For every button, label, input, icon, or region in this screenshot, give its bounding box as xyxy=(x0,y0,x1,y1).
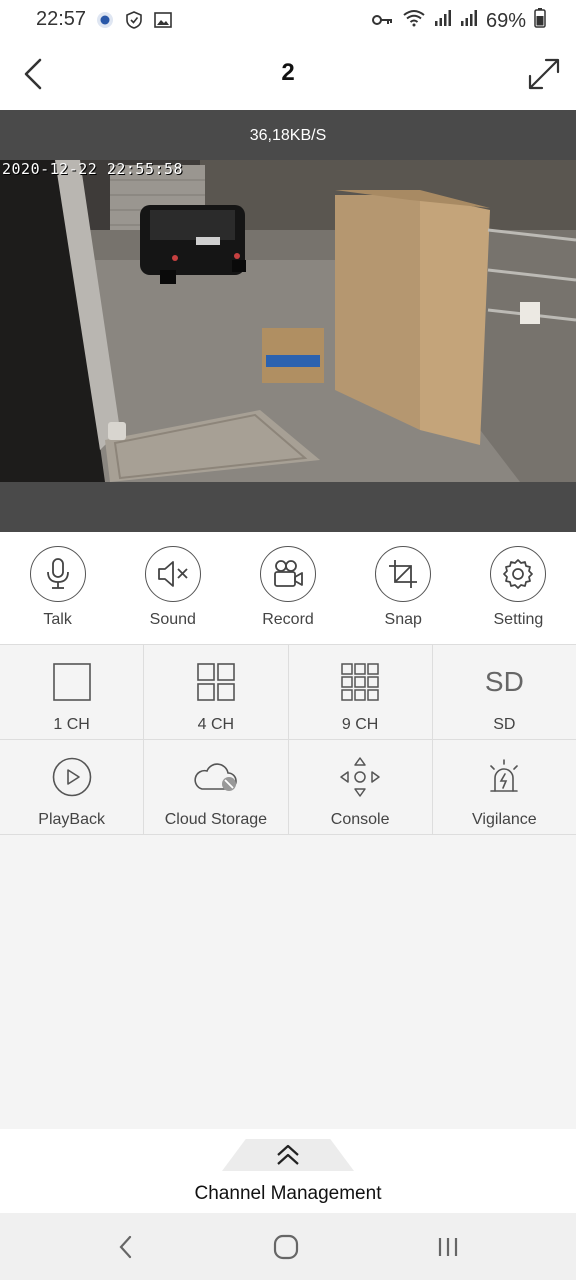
double-chevron-up-icon xyxy=(277,1144,299,1165)
nav-back-button[interactable] xyxy=(108,1231,144,1263)
microphone-icon xyxy=(46,558,69,589)
feature-grid: 1 CH 4 CH 9 CH SD SD PlayBack Cloud Stor… xyxy=(0,645,576,835)
playback-button[interactable]: PlayBack xyxy=(0,740,145,834)
app-header: 2 xyxy=(0,40,576,110)
speaker-muted-icon xyxy=(157,561,188,587)
channel-management-label: Channel Management xyxy=(194,1183,382,1204)
wifi-icon xyxy=(402,9,426,33)
vigilance-label: Vigilance xyxy=(472,811,537,828)
direction-pad-icon xyxy=(340,757,380,797)
control-toolbar: Talk Sound Record Snap Setting xyxy=(0,532,576,645)
expand-icon xyxy=(528,58,560,90)
signal-icon xyxy=(460,9,478,33)
stream-speed: 36,18KB/S xyxy=(249,127,327,144)
one-channel-label: 1 CH xyxy=(53,716,90,733)
nav-recents-button[interactable] xyxy=(430,1231,466,1263)
app-notification-icon xyxy=(96,11,114,34)
console-button[interactable]: Console xyxy=(289,740,433,834)
sd-button[interactable]: SD SD xyxy=(433,645,576,739)
four-channel-label: 4 CH xyxy=(197,716,235,733)
channel-management-handle[interactable] xyxy=(222,1139,354,1171)
cloud-storage-label: Cloud Storage xyxy=(164,811,268,828)
talk-label: Talk xyxy=(43,611,72,628)
crop-icon xyxy=(389,560,418,588)
status-bar: 22:57 69% xyxy=(0,0,576,40)
gear-icon xyxy=(503,559,534,589)
record-label: Record xyxy=(262,611,314,628)
grid-row-functions: PlayBack Cloud Storage Console Vigilance xyxy=(0,740,576,835)
channel-management-panel[interactable]: Channel Management xyxy=(0,1129,576,1213)
setting-button[interactable]: Setting xyxy=(461,532,576,644)
playback-label: PlayBack xyxy=(38,811,105,828)
nine-channel-button[interactable]: 9 CH xyxy=(289,645,433,739)
sound-label: Sound xyxy=(149,611,196,628)
status-time: 22:57 xyxy=(36,8,87,30)
page-title: 2 xyxy=(281,59,295,86)
sound-button[interactable]: Sound xyxy=(115,532,230,644)
play-icon xyxy=(52,757,91,797)
video-panel: 36,18KB/S 2020-12-22 22:55:58 xyxy=(0,110,576,532)
single-view-icon xyxy=(52,663,91,701)
grid-row-channels: 1 CH 4 CH 9 CH SD SD xyxy=(0,645,576,740)
alarm-light-icon xyxy=(490,759,519,792)
vigilance-button[interactable]: Vigilance xyxy=(433,740,576,834)
sd-card-icon: SD xyxy=(484,666,524,697)
live-video-feed[interactable]: 2020-12-22 22:55:58 xyxy=(0,160,576,482)
system-nav-bar xyxy=(0,1213,576,1280)
video-camera-icon xyxy=(274,560,303,587)
nav-recents-icon xyxy=(438,1238,458,1256)
nav-back-icon xyxy=(119,1235,132,1259)
nine-view-icon xyxy=(341,663,379,701)
battery-percent: 69% xyxy=(485,9,526,32)
snap-button[interactable]: Snap xyxy=(346,532,461,644)
snap-label: Snap xyxy=(384,611,422,628)
gallery-icon xyxy=(154,11,172,34)
talk-button[interactable]: Talk xyxy=(0,532,115,644)
shield-icon xyxy=(124,10,144,35)
cloud-disabled-icon xyxy=(194,763,237,791)
nav-home-button[interactable] xyxy=(268,1231,304,1263)
fullscreen-button[interactable] xyxy=(524,54,564,94)
console-label: Console xyxy=(330,811,390,828)
nine-channel-label: 9 CH xyxy=(341,716,379,733)
key-icon xyxy=(371,10,394,33)
battery-icon xyxy=(534,8,546,34)
cloud-storage-button[interactable]: Cloud Storage xyxy=(144,740,289,834)
one-channel-button[interactable]: 1 CH xyxy=(0,645,145,739)
four-channel-button[interactable]: 4 CH xyxy=(144,645,289,739)
quad-view-icon xyxy=(197,663,235,701)
setting-label: Setting xyxy=(493,611,544,628)
record-button[interactable]: Record xyxy=(230,532,345,644)
sd-label: SD xyxy=(493,716,516,733)
camera-image xyxy=(0,160,576,482)
nav-home-icon xyxy=(273,1234,299,1260)
video-timestamp: 2020-12-22 22:55:58 xyxy=(2,160,184,178)
signal-icon xyxy=(434,9,452,33)
